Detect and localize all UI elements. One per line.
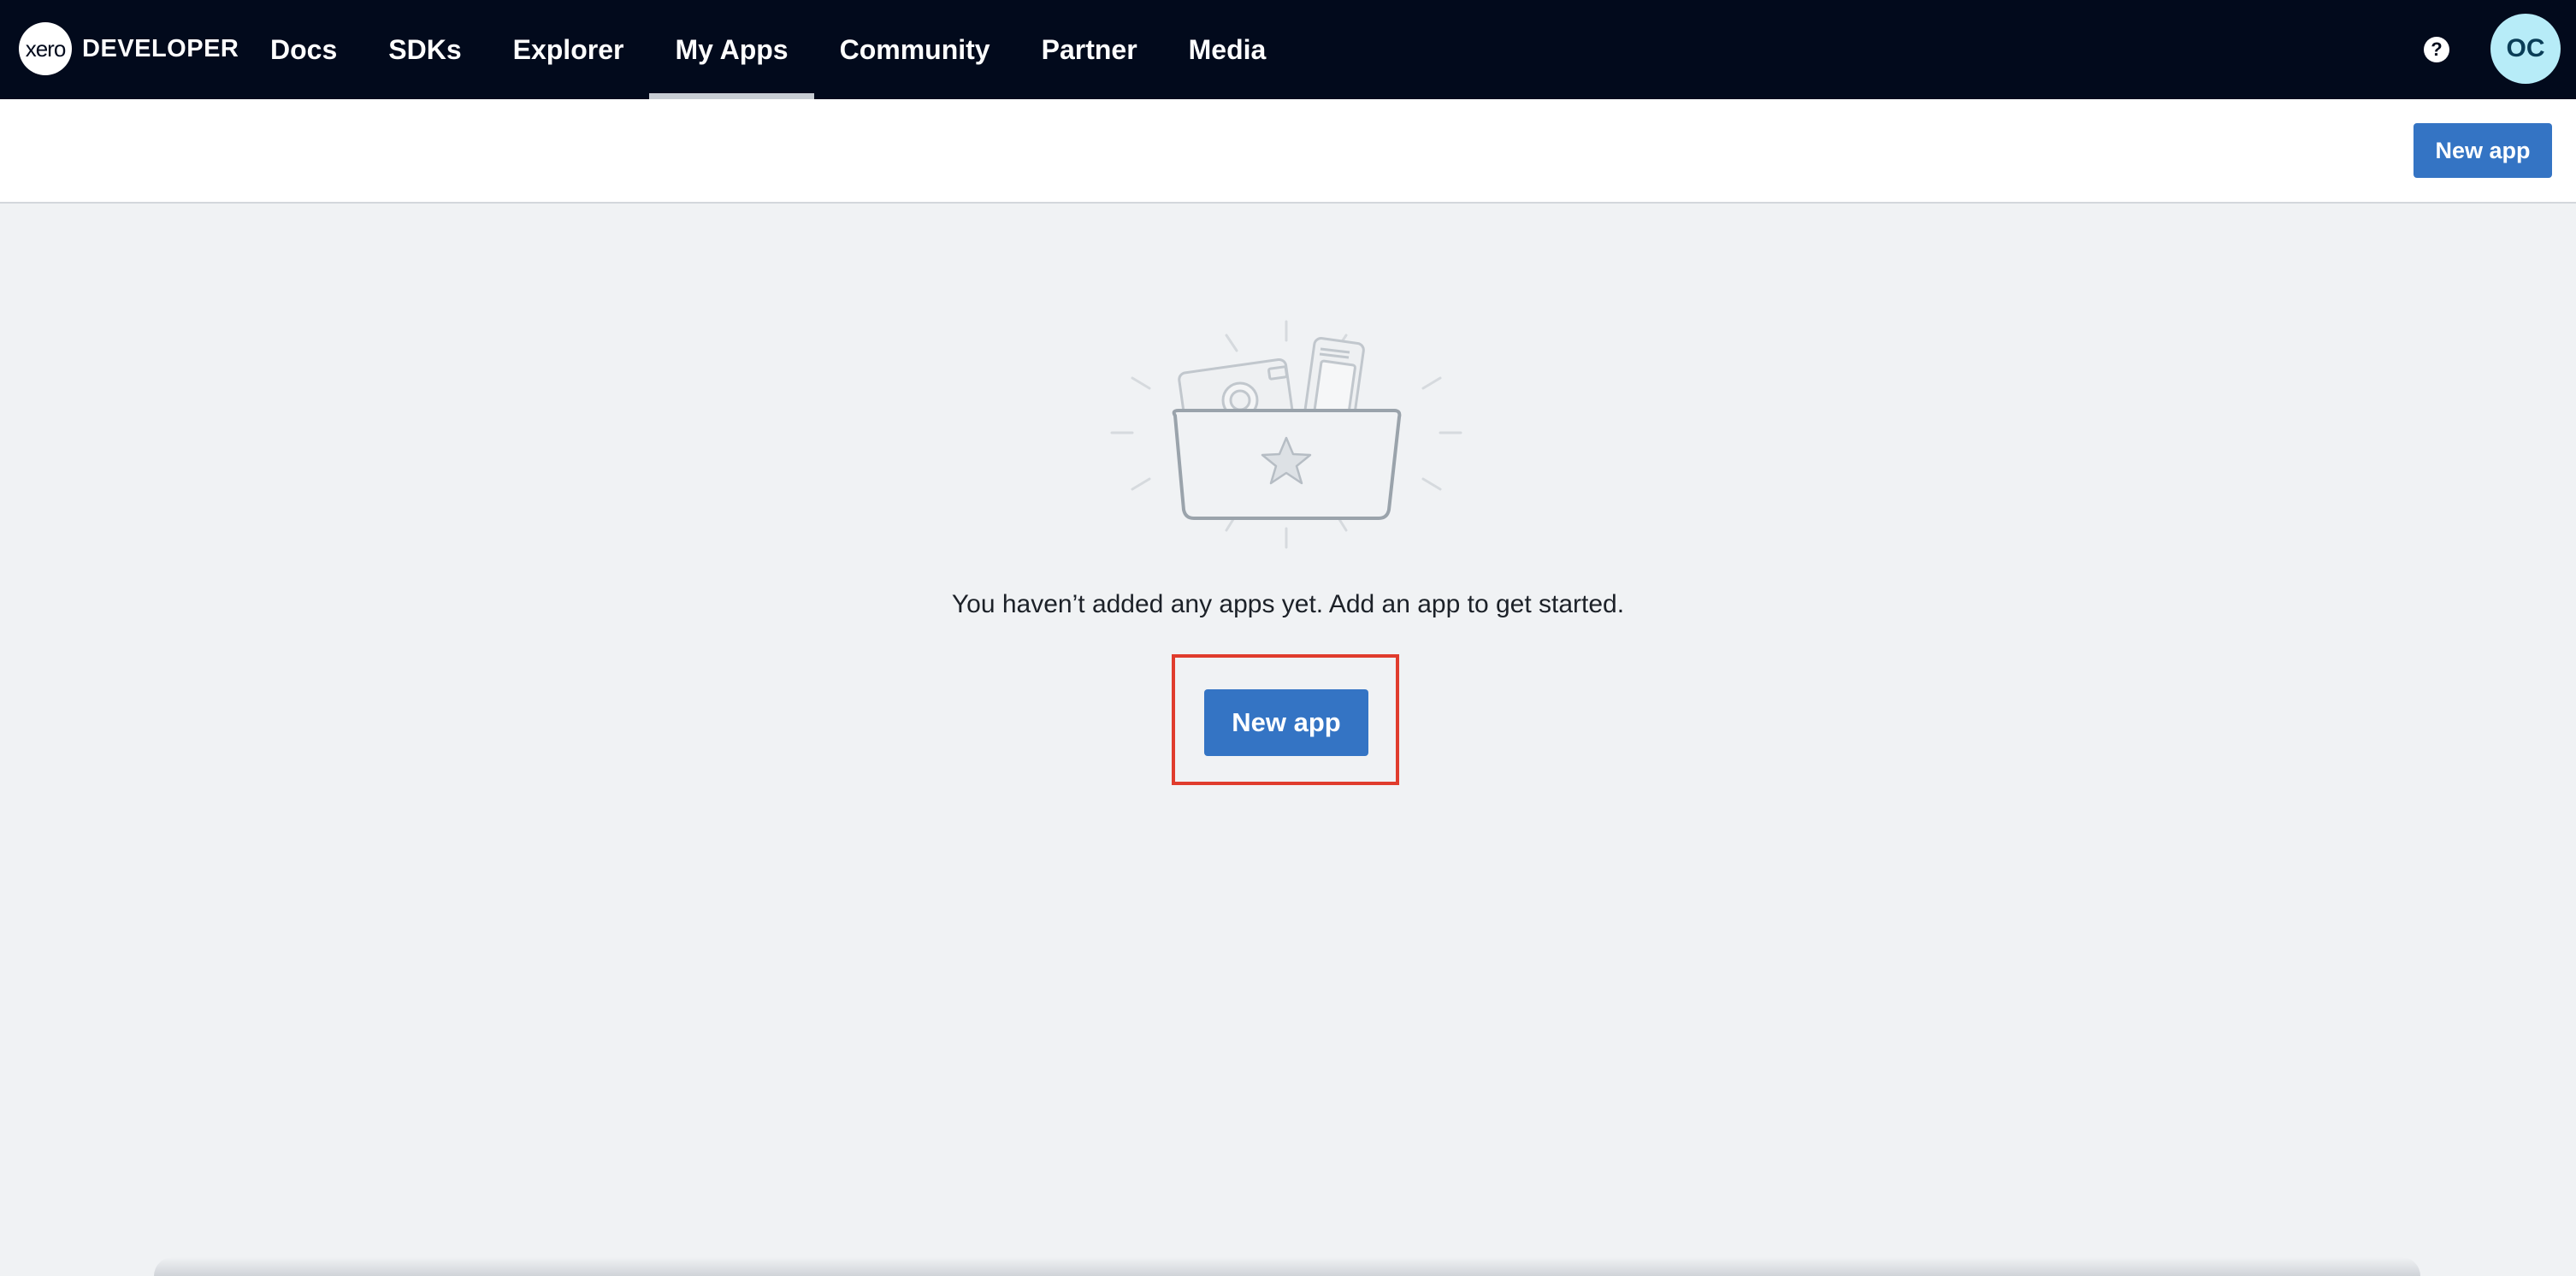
empty-apps-illustration	[1110, 320, 1462, 549]
brand-logo-link[interactable]: xero DEVELOPER	[19, 22, 239, 75]
nav-item-explorer[interactable]: Explorer	[487, 0, 650, 99]
nav-item-sdks[interactable]: SDKs	[363, 0, 487, 99]
top-navigation-bar: xero DEVELOPER Docs SDKs Explorer My App…	[0, 0, 2576, 99]
empty-state-new-app-button[interactable]: New app	[1204, 689, 1368, 756]
nav-item-my-apps[interactable]: My Apps	[649, 0, 814, 99]
help-icon[interactable]: ?	[2424, 37, 2449, 62]
empty-state-message: You haven’t added any apps yet. Add an a…	[951, 590, 1625, 618]
xero-logo-text: xero	[25, 35, 67, 62]
header-new-app-button[interactable]: New app	[2414, 123, 2552, 178]
brand-product-name: DEVELOPER	[82, 34, 239, 62]
main-nav: Docs SDKs Explorer My Apps Community Par…	[245, 0, 1291, 99]
nav-item-media[interactable]: Media	[1163, 0, 1292, 99]
nav-item-partner[interactable]: Partner	[1016, 0, 1163, 99]
user-avatar[interactable]: OC	[2490, 14, 2561, 84]
nav-item-community[interactable]: Community	[814, 0, 1016, 99]
xero-logo-icon: xero	[19, 22, 72, 75]
nav-item-docs[interactable]: Docs	[245, 0, 363, 99]
page-header: New app	[0, 99, 2576, 204]
bottom-shadow-divider	[154, 1257, 2420, 1276]
